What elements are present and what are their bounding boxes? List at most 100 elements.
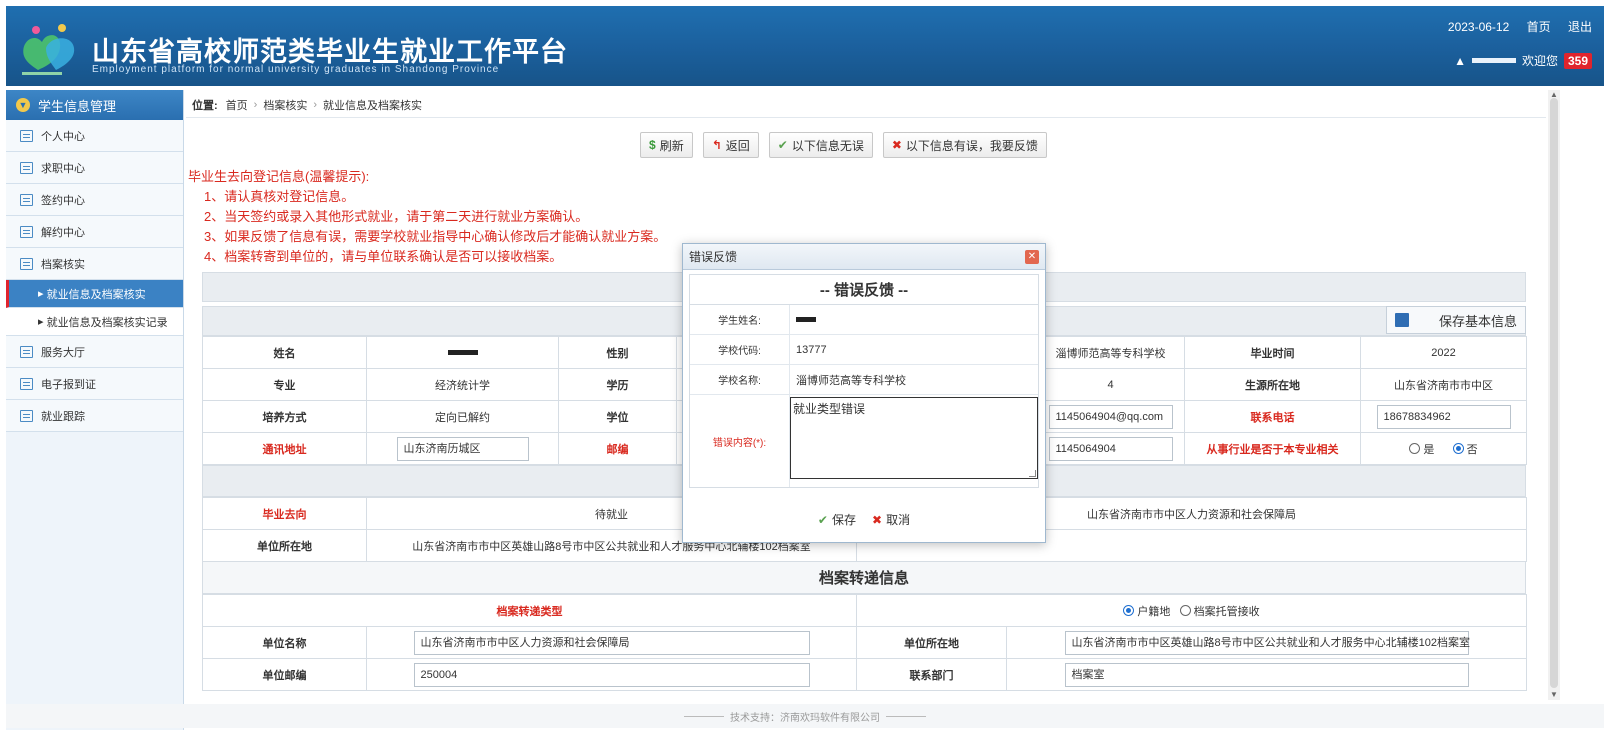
archive-type-options: 户籍地 档案托管接收 <box>855 594 1528 627</box>
qq-field[interactable]: 1145064904 <box>1048 436 1173 461</box>
related-yes-radio[interactable] <box>1409 442 1421 454</box>
grad-time-value: 2022 <box>1360 336 1527 369</box>
related-label: 从事行业是否于本专业相关 <box>1184 432 1361 465</box>
unit-location-label: 单位所在地 <box>202 529 367 562</box>
sidebar-item-sign[interactable]: 签约中心 <box>6 184 183 216</box>
floppy-icon <box>1395 313 1409 327</box>
archive-unit-name-cell: 山东省济南市市中区人力资源和社会保障局 <box>366 626 857 659</box>
sidebar-subitem-archive-verify[interactable]: ▸ 就业信息及档案核实 <box>6 280 183 308</box>
sidebar-item-ecert[interactable]: 电子报到证 <box>6 368 183 400</box>
student-name-label: 学生姓名: <box>690 305 790 334</box>
breadcrumb-sep-icon: › <box>253 98 258 111</box>
sidebar-item-job[interactable]: 求职中心 <box>6 152 183 184</box>
cross-icon: ✖ <box>891 138 902 152</box>
sidebar-item-label: 求职中心 <box>41 162 85 175</box>
refresh-button[interactable]: $ 刷新 <box>640 132 693 158</box>
archive-dept-cell: 档案室 <box>1005 658 1528 691</box>
archive-type-household-radio[interactable] <box>1123 604 1135 616</box>
back-button[interactable]: ↰ 返回 <box>702 132 759 158</box>
dialog-heading: -- 错误反馈 -- <box>690 275 1038 305</box>
archive-type-custody-radio[interactable] <box>1179 604 1191 616</box>
sidebar-subitem-label: 就业信息及档案核实记录 <box>46 316 168 329</box>
student-name-row: 学生姓名: <box>690 305 1038 335</box>
dialog-save-label: 保存 <box>831 513 856 527</box>
gender-label: 性别 <box>558 336 677 369</box>
dialog-window-title: 错误反馈 <box>689 250 738 264</box>
sidebar-item-personal[interactable]: 个人中心 <box>6 120 183 152</box>
close-icon[interactable]: ✕ <box>1025 249 1039 264</box>
home-link[interactable]: 首页 <box>1527 20 1551 34</box>
sidebar-item-label: 签约中心 <box>41 194 85 207</box>
archive-unit-name-field[interactable]: 山东省济南市市中区人力资源和社会保障局 <box>413 630 810 655</box>
archive-dept-label: 联系部门 <box>856 658 1007 691</box>
breadcrumb-home[interactable]: 首页 <box>226 97 248 113</box>
scroll-up-icon[interactable]: ▲ <box>1550 90 1558 99</box>
sidebar-item-label: 就业跟踪 <box>41 410 85 423</box>
phone-cell: 18678834962 <box>1360 400 1527 433</box>
archive-section-title: 档案转递信息 <box>202 562 1526 594</box>
archive-postcode-cell: 250004 <box>366 658 857 691</box>
related-cell: 是 否 <box>1360 432 1527 465</box>
scrollbar-thumb[interactable] <box>1550 98 1558 688</box>
menu-dot-icon: ▼ <box>16 98 30 112</box>
back-arrow-icon: ↰ <box>711 138 722 152</box>
user-icon: ▲ <box>1454 53 1466 68</box>
refresh-label: 刷新 <box>659 138 684 153</box>
student-name-value <box>790 305 1038 334</box>
phone-field[interactable]: 18678834962 <box>1376 404 1511 429</box>
origin-label: 生源所在地 <box>1184 368 1361 401</box>
archive-table: 档案转递类型 户籍地 档案托管接收 单位名称 山东省济南市市中区人力资源和社会保… <box>202 594 1528 691</box>
check-icon: ✔ <box>777 138 788 152</box>
archive-postcode-field[interactable]: 250004 <box>413 662 810 687</box>
sidebar-item-cancel[interactable]: 解约中心 <box>6 216 183 248</box>
list-icon <box>20 257 33 270</box>
logout-link[interactable]: 退出 <box>1568 20 1592 34</box>
archive-dept-field[interactable]: 档案室 <box>1064 662 1469 687</box>
related-no-radio[interactable] <box>1452 442 1464 454</box>
error-content-label: 错误内容(*): <box>690 395 790 487</box>
dialog-cancel-button[interactable]: ✖ 取消 <box>872 511 910 528</box>
dialog-body: -- 错误反馈 -- 学生姓名: 学校代码: 13777 学校名称: 淄博师范高… <box>689 274 1039 488</box>
student-name-redacted <box>796 317 816 322</box>
footer-text: 技术支持：济南欢玛软件有限公司 <box>730 712 880 724</box>
scroll-down-icon[interactable]: ▼ <box>1550 690 1558 699</box>
sidebar-subitem-archive-records[interactable]: ▸ 就业信息及档案核实记录 <box>6 308 183 336</box>
school-value: 淄博师范高等专科学校 <box>1036 336 1185 369</box>
sidebar-item-label: 服务大厅 <box>41 346 85 359</box>
dialog-footer: ✔ 保存 ✖ 取消 <box>683 511 1045 528</box>
school-code-label: 学校代码: <box>690 335 790 364</box>
sidebar-item-tracking[interactable]: 就业跟踪 <box>6 400 183 432</box>
table-row: 单位名称 山东省济南市市中区人力资源和社会保障局 单位所在地 山东省济南市市中区… <box>202 626 1528 659</box>
info-correct-button[interactable]: ✔ 以下信息无误 <box>768 132 873 158</box>
education-label: 学历 <box>558 368 677 401</box>
archive-unit-location-field[interactable]: 山东省济南市市中区英雄山路8号市中区公共就业和人才服务中心北辅楼102档案室 <box>1064 630 1470 655</box>
sidebar-header[interactable]: ▼ 学生信息管理 <box>6 90 183 120</box>
back-label: 返回 <box>725 138 750 153</box>
email-field[interactable]: 1145064904@qq.com <box>1048 404 1173 429</box>
save-basic-info-button[interactable]: 保存基本信息 <box>1386 306 1526 334</box>
sidebar-item-label: 解约中心 <box>41 226 85 239</box>
sidebar-item-archive[interactable]: 档案核实 <box>6 248 183 280</box>
calendar-icon <box>20 409 33 422</box>
address-field[interactable]: 山东济南历城区 <box>396 436 529 461</box>
dialog-save-button[interactable]: ✔ 保存 <box>818 511 856 528</box>
error-content-row: 错误内容(*): 就业类型错误 <box>690 395 1038 487</box>
archive-unit-location-label: 单位所在地 <box>856 626 1007 659</box>
message-count-badge[interactable]: 359 <box>1563 52 1592 69</box>
dialog-cancel-label: 取消 <box>886 513 911 527</box>
report-error-button[interactable]: ✖ 以下信息有误，我要反馈 <box>882 132 1047 158</box>
notice-heading: 毕业生去向登记信息(温馨提示): <box>188 169 370 184</box>
degree-label: 学位 <box>558 400 677 433</box>
breadcrumb: 位置: 首页 › 档案核实 › 就业信息及档案核实 <box>186 92 1546 118</box>
breadcrumb-archive[interactable]: 档案核实 <box>263 97 307 113</box>
sidebar-item-label: 电子报到证 <box>41 378 96 391</box>
page-scrollbar[interactable] <box>1548 90 1560 700</box>
table-row: 档案转递类型 户籍地 档案托管接收 <box>202 594 1528 627</box>
archive-type-household-label: 户籍地 <box>1137 605 1171 618</box>
destination-label: 毕业去向 <box>202 497 367 530</box>
error-content-textarea[interactable]: 就业类型错误 <box>790 397 1038 479</box>
postcode-label: 邮编 <box>558 432 677 465</box>
sidebar-item-service[interactable]: 服务大厅 <box>6 336 183 368</box>
phone-label: 联系电话 <box>1184 400 1361 433</box>
qq-cell: 1145064904 <box>1036 432 1185 465</box>
